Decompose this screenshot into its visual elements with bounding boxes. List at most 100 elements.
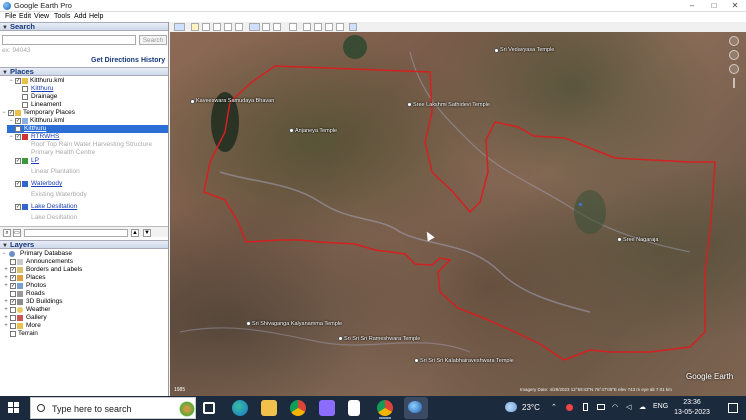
save-image-icon[interactable]	[325, 23, 333, 31]
tree-item[interactable]: Lineament	[0, 101, 168, 109]
expand-icon[interactable]: −	[8, 133, 14, 141]
menu-view[interactable]: View	[34, 13, 49, 20]
checkbox[interactable]	[10, 307, 16, 313]
checkbox[interactable]	[22, 94, 28, 100]
expand-icon[interactable]: −	[1, 250, 7, 258]
tree-item[interactable]: Drainage	[0, 93, 168, 101]
map-place-label[interactable]: Sri Sri Sri Kalabhairaveshwara Temple	[420, 358, 514, 364]
search-button[interactable]: Search	[139, 35, 167, 45]
tree-item[interactable]: − ✓ RTRWHS	[0, 133, 168, 141]
search-input[interactable]	[2, 35, 136, 45]
path-tool-icon[interactable]	[213, 23, 221, 31]
checkbox[interactable]: ✓	[15, 134, 21, 140]
battery-icon[interactable]	[583, 403, 588, 411]
search-section-header[interactable]: ▼ Search	[0, 22, 168, 31]
checkbox[interactable]: ✓	[15, 204, 21, 210]
checkbox[interactable]: ✓	[10, 283, 16, 289]
onedrive-icon[interactable]: ☁	[639, 403, 646, 411]
menu-help[interactable]: Help	[89, 13, 103, 20]
paint-app-icon[interactable]	[319, 400, 335, 416]
temple-pin-icon[interactable]	[407, 102, 412, 107]
layer-item[interactable]: + ✓ Photos	[0, 282, 168, 290]
wifi-icon[interactable]: ◠	[612, 403, 618, 411]
maps-icon[interactable]	[336, 23, 344, 31]
move-down-icon[interactable]: ▼	[143, 229, 151, 237]
windows-start-icon[interactable]	[8, 402, 20, 414]
menu-edit[interactable]: Edit	[19, 13, 31, 20]
layers-section-header[interactable]: ▼ Layers	[0, 240, 168, 249]
history-link[interactable]: History	[141, 57, 165, 64]
temple-pin-icon[interactable]	[414, 358, 419, 363]
checkbox[interactable]: ✓	[10, 267, 16, 273]
expand-icon[interactable]: −	[8, 117, 14, 125]
layer-item[interactable]: Announcements	[0, 258, 168, 266]
document-app-icon[interactable]	[348, 400, 360, 416]
minimize-button[interactable]: –	[681, 0, 703, 12]
menu-file[interactable]: File	[5, 13, 16, 20]
temple-pin-icon[interactable]	[338, 336, 343, 341]
layer-item[interactable]: + ✓ Places	[0, 274, 168, 282]
checkbox[interactable]: ✓	[15, 158, 21, 164]
menu-add[interactable]: Add	[74, 13, 86, 20]
layer-item[interactable]: Roads	[0, 290, 168, 298]
print-icon[interactable]	[314, 23, 322, 31]
close-button[interactable]: ✕	[724, 0, 746, 12]
historical-imagery-icon[interactable]	[249, 23, 260, 31]
zoom-slider[interactable]	[733, 78, 735, 88]
network-icon[interactable]: ⌃	[551, 403, 557, 411]
temple-pin-icon[interactable]	[246, 321, 251, 326]
expand-icon[interactable]: −	[1, 109, 7, 117]
expand-icon[interactable]: +	[3, 322, 9, 330]
notifications-icon[interactable]	[728, 403, 738, 413]
menu-tools[interactable]: Tools	[54, 13, 70, 20]
layer-item[interactable]: + More	[0, 322, 168, 330]
record-tour-icon[interactable]	[235, 23, 243, 31]
expand-icon[interactable]: +	[3, 266, 9, 274]
checkbox[interactable]: ✓	[8, 110, 14, 116]
panel-icon[interactable]: ▭	[13, 229, 21, 237]
antivirus-icon[interactable]	[566, 404, 573, 411]
expand-icon[interactable]: +	[3, 306, 9, 314]
checkbox[interactable]	[10, 291, 16, 297]
map-place-label[interactable]: Sri Vedavyasa Temple	[500, 47, 554, 53]
map-place-label[interactable]: Sri Shivaganga Kalyanamma Temple	[252, 321, 342, 327]
checkbox[interactable]: ✓	[15, 118, 21, 124]
checkbox[interactable]: ✓	[15, 181, 21, 187]
tree-item[interactable]: ✓ Lake Desiltation	[0, 203, 168, 211]
polygon-tool-icon[interactable]	[202, 23, 210, 31]
checkbox[interactable]	[22, 102, 28, 108]
file-explorer-icon[interactable]	[261, 400, 277, 416]
expand-icon[interactable]: +	[3, 274, 9, 282]
temple-pin-icon[interactable]	[289, 128, 294, 133]
checkbox[interactable]	[22, 86, 28, 92]
overlay-tool-icon[interactable]	[224, 23, 232, 31]
search-icon[interactable]: ⌕	[3, 229, 11, 237]
checkbox[interactable]	[10, 259, 16, 265]
ruler-icon[interactable]	[289, 23, 297, 31]
checkbox[interactable]: ✓	[10, 275, 16, 281]
layer-item[interactable]: + ✓ Borders and Labels	[0, 266, 168, 274]
temple-pin-icon[interactable]	[617, 237, 622, 242]
checkbox[interactable]: ✓	[15, 78, 21, 84]
get-directions-link[interactable]: Get Directions	[91, 57, 139, 64]
look-joystick-icon[interactable]	[729, 50, 739, 60]
layer-item[interactable]: + ✓ 3D Buildings	[0, 298, 168, 306]
map-place-label[interactable]: Sree Nagaraja	[623, 237, 658, 243]
tree-item-selected[interactable]: ✓ Kitthuru	[7, 125, 168, 133]
tree-item[interactable]: Kitthuru	[0, 85, 168, 93]
planets-icon[interactable]	[273, 23, 281, 31]
language-indicator[interactable]: ENG	[653, 403, 668, 410]
temple-pin-icon[interactable]	[494, 48, 499, 53]
edge-browser-icon[interactable]	[232, 400, 248, 416]
layer-item[interactable]: Terrain	[0, 330, 168, 338]
expand-icon[interactable]: −	[8, 77, 14, 85]
clock-date[interactable]: 13-05-2023	[673, 409, 711, 416]
checkbox[interactable]: ✓	[10, 299, 16, 305]
clock-time[interactable]: 23:36	[676, 399, 708, 406]
layer-item[interactable]: − Primary Database	[0, 250, 168, 258]
temple-pin-icon[interactable]	[190, 99, 195, 104]
checkbox[interactable]	[10, 315, 16, 321]
navigation-controls[interactable]	[726, 36, 742, 88]
places-search-input[interactable]	[24, 229, 128, 237]
layer-item[interactable]: + Weather	[0, 306, 168, 314]
